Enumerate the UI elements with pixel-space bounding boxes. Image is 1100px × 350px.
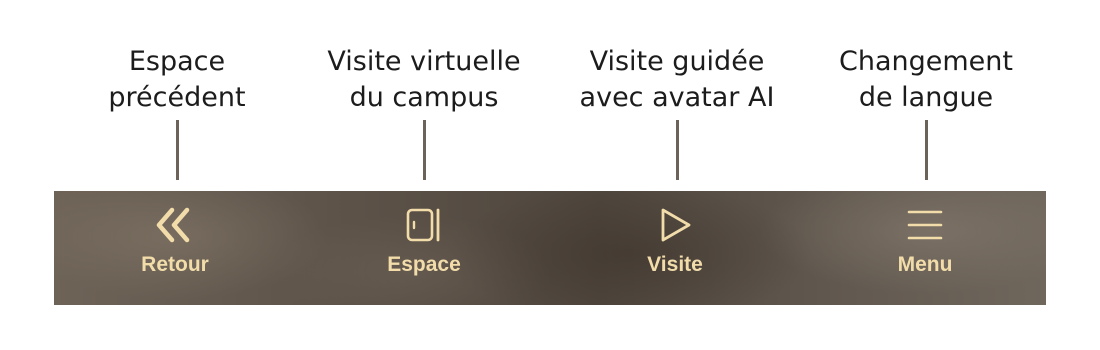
callout-leader-line: [675, 120, 679, 180]
callout-previous-space: Espace précédent: [47, 44, 307, 116]
visit-label: Visite: [647, 253, 703, 276]
space-label: Espace: [387, 253, 461, 276]
callout-leader-line: [924, 120, 928, 180]
callout-language-change: Changement de langue: [796, 44, 1056, 116]
bottom-navigation-bar: Retour Espace Visite Menu: [54, 191, 1046, 305]
door-icon: [334, 205, 514, 245]
callout-line: Visite guidée: [589, 46, 765, 77]
play-icon: [585, 205, 765, 245]
double-chevron-left-icon: [85, 205, 265, 245]
visit-button[interactable]: Visite: [585, 191, 765, 305]
back-button[interactable]: Retour: [85, 191, 265, 305]
callout-line: de langue: [858, 82, 994, 113]
callout-leader-line: [175, 120, 179, 180]
back-label: Retour: [141, 253, 209, 276]
callout-line: Changement: [839, 46, 1013, 77]
callout-line: du campus: [349, 82, 499, 113]
menu-button[interactable]: Menu: [835, 191, 1015, 305]
menu-label: Menu: [897, 253, 953, 276]
callout-leader-line: [422, 120, 426, 180]
callout-line: Visite virtuelle: [327, 46, 521, 77]
space-button[interactable]: Espace: [334, 191, 514, 305]
callout-line: précédent: [108, 82, 246, 113]
callout-line: Espace: [128, 46, 226, 77]
callout-virtual-tour: Visite virtuelle du campus: [294, 44, 554, 116]
hamburger-menu-icon: [835, 205, 1015, 245]
stage: Espace précédent Visite virtuelle du cam…: [0, 0, 1100, 350]
callout-line: avec avatar AI: [579, 82, 775, 113]
callout-guided-tour: Visite guidée avec avatar AI: [547, 44, 807, 116]
